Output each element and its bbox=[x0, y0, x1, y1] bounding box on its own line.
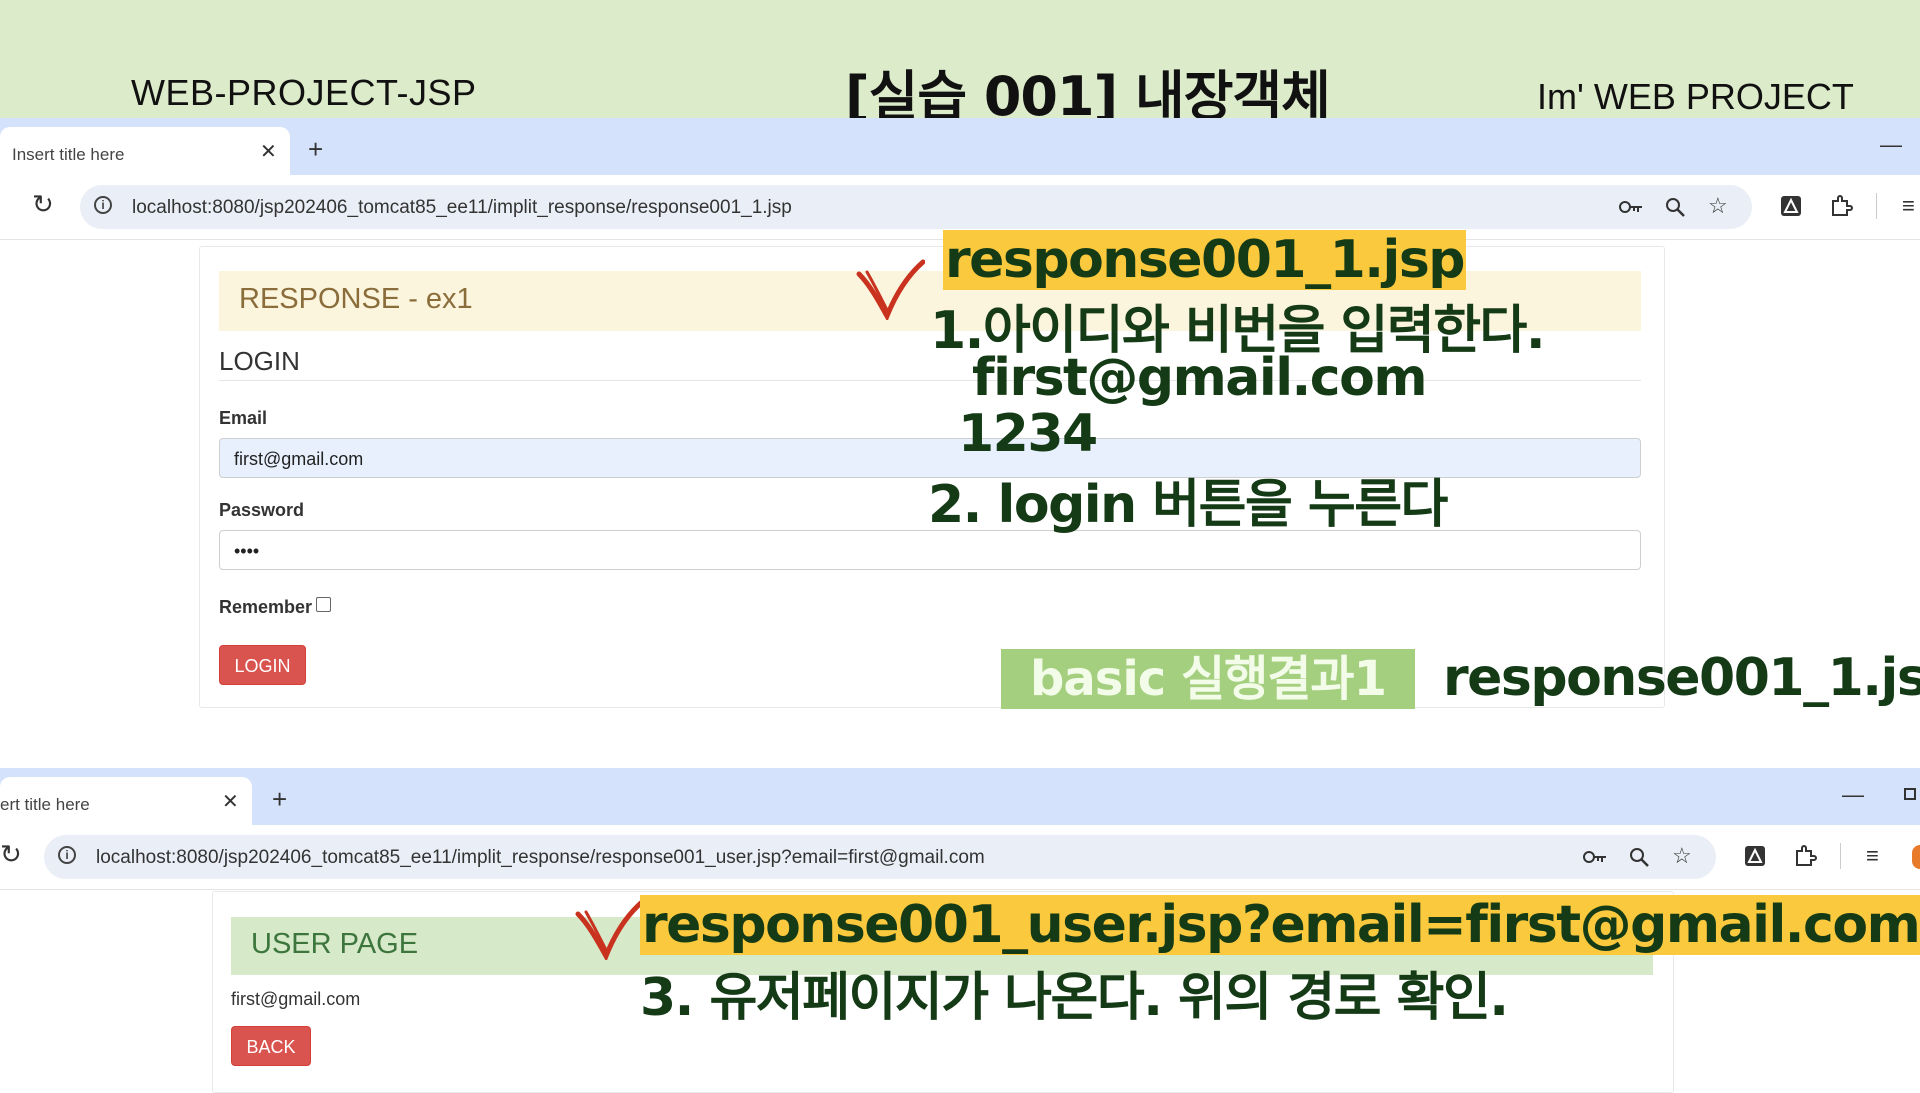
browser1-tab-title: Insert title here bbox=[12, 145, 125, 164]
site-info-icon[interactable]: i bbox=[58, 846, 76, 864]
close-tab-icon[interactable]: ✕ bbox=[222, 789, 239, 814]
annotation-result-file: response001_1.jsp bbox=[1443, 648, 1920, 708]
extension-a-icon[interactable] bbox=[1780, 195, 1802, 217]
user-panel-title: USER PAGE bbox=[251, 928, 419, 960]
extensions-puzzle-icon[interactable] bbox=[1829, 194, 1853, 218]
browser1-address-bar[interactable]: i localhost:8080/jsp202406_tomcat85_ee11… bbox=[80, 185, 1752, 229]
reload-icon[interactable]: ↻ bbox=[0, 839, 22, 870]
slide-header: WEB-PROJECT-JSP [실습 001] 내장객체 Im' WEB PR… bbox=[0, 0, 1920, 128]
reading-list-icon[interactable]: ≡ bbox=[1902, 193, 1915, 219]
zoom-icon[interactable] bbox=[1628, 846, 1650, 868]
annotation-user-url: response001_user.jsp?email=first@gmail.c… bbox=[640, 895, 1920, 955]
annotation-file1: response001_1.jsp bbox=[943, 230, 1467, 290]
browser2-tab[interactable]: ert title here ✕ bbox=[0, 777, 252, 825]
result-badge: basic 실행결과1 bbox=[1001, 649, 1415, 709]
password-label: Password bbox=[219, 500, 305, 520]
media-control-icon[interactable]: ≡ bbox=[1866, 843, 1879, 869]
slide-right-title: Im' WEB PROJECT bbox=[1537, 76, 1854, 117]
password-key-icon[interactable] bbox=[1618, 197, 1644, 217]
toolbar-divider bbox=[1840, 843, 1841, 869]
checkmark-icon bbox=[575, 899, 644, 960]
profile-avatar[interactable] bbox=[1912, 845, 1920, 869]
bookmark-star-icon[interactable]: ☆ bbox=[1708, 193, 1728, 219]
login-button[interactable]: LOGIN bbox=[219, 645, 306, 685]
login-heading: LOGIN bbox=[219, 346, 300, 376]
browser1-url: localhost:8080/jsp202406_tomcat85_ee11/i… bbox=[132, 197, 792, 218]
browser1-tab[interactable]: Insert title here ✕ bbox=[0, 127, 290, 175]
extensions-puzzle-icon[interactable] bbox=[1793, 844, 1817, 868]
site-info-icon[interactable]: i bbox=[94, 196, 112, 214]
browser2-tab-title: ert title here bbox=[0, 795, 90, 814]
restore-window-icon[interactable] bbox=[1904, 788, 1916, 800]
divider bbox=[219, 380, 1641, 381]
remember-checkbox[interactable] bbox=[316, 597, 331, 612]
new-tab-icon[interactable]: + bbox=[308, 134, 323, 165]
browser2-tabbar: ert title here ✕ + — bbox=[0, 768, 1920, 825]
toolbar-divider bbox=[1876, 193, 1877, 219]
user-email-text: first@gmail.com bbox=[231, 989, 361, 1009]
minimize-window-icon[interactable]: — bbox=[1842, 782, 1864, 808]
close-tab-icon[interactable]: ✕ bbox=[260, 139, 277, 164]
annotation-step2: 2. login 버튼을 누른다 bbox=[928, 475, 1448, 535]
browser2-address-bar[interactable]: i localhost:8080/jsp202406_tomcat85_ee11… bbox=[44, 835, 1716, 879]
slide-left-title: WEB-PROJECT-JSP bbox=[131, 72, 477, 113]
annotation-example-email: first@gmail.com bbox=[972, 348, 1428, 408]
annotation-example-password: 1234 bbox=[958, 404, 1098, 464]
email-label: Email bbox=[219, 408, 268, 428]
new-tab-icon[interactable]: + bbox=[272, 784, 287, 815]
reload-icon[interactable]: ↻ bbox=[32, 189, 54, 220]
browser2-url: localhost:8080/jsp202406_tomcat85_ee11/i… bbox=[96, 847, 985, 868]
password-key-icon[interactable] bbox=[1582, 847, 1608, 867]
annotation-step3: 3. 유저페이지가 나온다. 위의 경로 확인. bbox=[640, 968, 1509, 1028]
browser1-tabbar: Insert title here ✕ + — bbox=[0, 118, 1920, 175]
zoom-icon[interactable] bbox=[1664, 196, 1686, 218]
minimize-window-icon[interactable]: — bbox=[1880, 132, 1902, 158]
login-panel-title: RESPONSE - ex1 bbox=[239, 283, 473, 315]
extension-a-icon[interactable] bbox=[1744, 845, 1766, 867]
browser2-toolbar: ↻ i localhost:8080/jsp202406_tomcat85_ee… bbox=[0, 825, 1920, 890]
back-button[interactable]: BACK bbox=[231, 1026, 311, 1066]
bookmark-star-icon[interactable]: ☆ bbox=[1672, 843, 1692, 869]
remember-label: Remember bbox=[219, 597, 313, 617]
checkmark-icon bbox=[856, 259, 925, 320]
